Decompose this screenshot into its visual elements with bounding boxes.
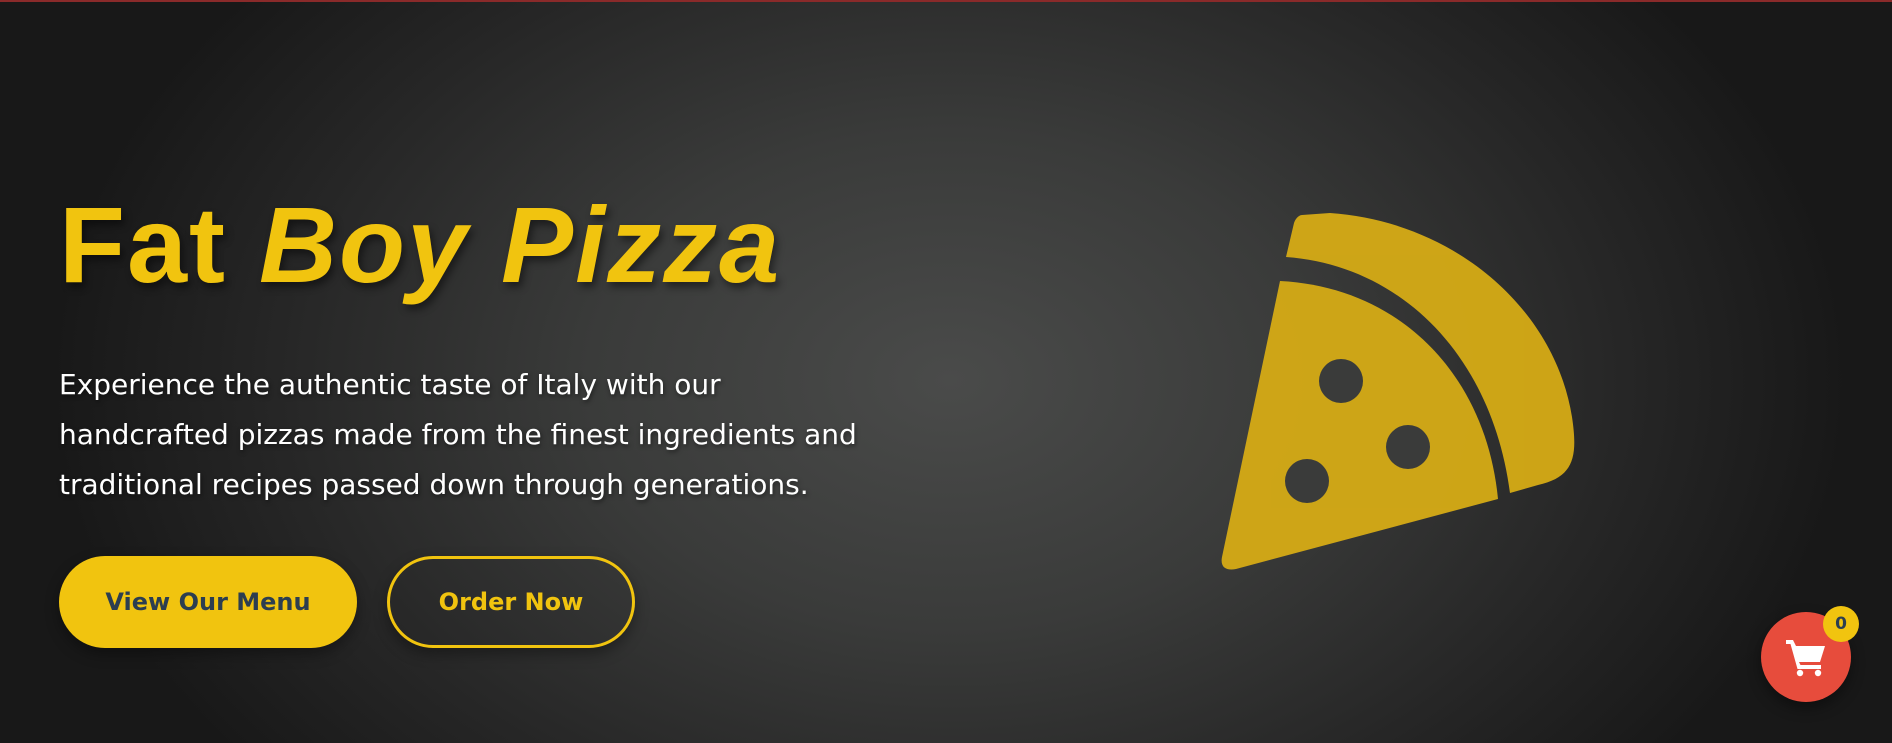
title-accent: Boy Pizza bbox=[259, 184, 782, 305]
hero-title: Fat Boy Pizza bbox=[59, 190, 939, 300]
view-menu-button[interactable]: View Our Menu bbox=[59, 556, 357, 648]
hero-section: Fat Boy Pizza Experience the authentic t… bbox=[59, 190, 939, 648]
hero-description: Experience the authentic taste of Italy … bbox=[59, 368, 857, 501]
cart-count-badge: 0 bbox=[1823, 606, 1859, 642]
pizza-slice-icon bbox=[1221, 213, 1575, 570]
order-now-button[interactable]: Order Now bbox=[387, 556, 635, 648]
hero-actions: View Our Menu Order Now bbox=[59, 556, 939, 648]
top-border bbox=[0, 0, 1892, 2]
shopping-cart-icon bbox=[1786, 640, 1825, 677]
title-plain: Fat bbox=[59, 184, 260, 305]
cart-button[interactable]: 0 bbox=[1761, 606, 1859, 702]
